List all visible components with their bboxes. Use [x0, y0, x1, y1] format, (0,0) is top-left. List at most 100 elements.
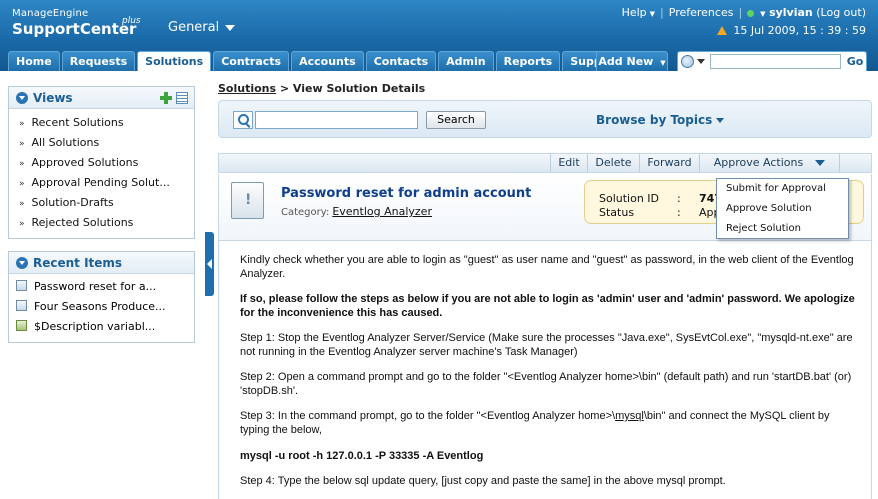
- recent-item[interactable]: Password reset for a...: [9, 277, 194, 297]
- context-selector[interactable]: General: [168, 20, 236, 35]
- approve-actions-label: Approve Actions: [713, 156, 804, 169]
- view-rejected-solutions[interactable]: » Rejected Solutions: [9, 213, 194, 233]
- body-paragraph: Step 3: In the command prompt, go to the…: [240, 409, 860, 437]
- forward-button[interactable]: Forward: [639, 154, 699, 172]
- content-border-right: [871, 241, 872, 499]
- view-label: Approved Solutions: [31, 156, 139, 169]
- edit-button[interactable]: Edit: [550, 154, 587, 172]
- views-panel: Views » Recent Solutions » All Solutions »…: [8, 86, 195, 239]
- bullet-icon: »: [19, 139, 25, 149]
- bullet-icon: »: [19, 199, 25, 209]
- divider: |: [660, 6, 664, 19]
- content-border-left: [218, 241, 219, 499]
- delete-button[interactable]: Delete: [587, 154, 639, 172]
- views-header[interactable]: Views: [9, 87, 194, 109]
- view-recent-solutions[interactable]: » Recent Solutions: [9, 113, 194, 133]
- body-paragraph: Step 2: Open a command prompt and go to …: [240, 371, 852, 397]
- recent-item-label: Four Seasons Produce...: [34, 300, 166, 313]
- chevron-down-icon: [697, 59, 705, 64]
- chevron-down-icon: [815, 160, 826, 166]
- tab-admin[interactable]: Admin: [438, 51, 494, 71]
- list-icon[interactable]: [176, 92, 188, 104]
- add-new-button[interactable]: Add New ▼: [596, 51, 668, 71]
- add-new-label: Add New: [598, 55, 654, 68]
- main-tabs: Home Requests Solutions Contracts Accoun…: [8, 51, 630, 71]
- search-icon: [233, 111, 253, 129]
- bullet-icon: »: [19, 159, 25, 169]
- breadcrumb-solutions-link[interactable]: Solutions: [218, 82, 276, 95]
- chevron-down-icon: ▼: [660, 59, 666, 67]
- approve-actions-button[interactable]: Approve Actions: [699, 154, 839, 172]
- breadcrumb-current: > View Solution Details: [276, 82, 426, 95]
- preferences-link[interactable]: Preferences: [669, 6, 734, 19]
- solution-id-label: Solution ID: [599, 192, 660, 205]
- view-label: Recent Solutions: [31, 116, 124, 129]
- solution-action-bar: Edit Delete Forward Approve Actions: [218, 153, 872, 173]
- help-link[interactable]: Help ▼: [622, 6, 655, 19]
- browse-topics-dropdown[interactable]: Browse by Topics: [596, 113, 725, 127]
- view-approval-pending[interactable]: » Approval Pending Solut...: [9, 173, 194, 193]
- menu-reject-solution[interactable]: Reject Solution: [717, 219, 848, 239]
- logout-link[interactable]: (Log out): [816, 6, 866, 19]
- view-solution-drafts[interactable]: » Solution-Drafts: [9, 193, 194, 213]
- datetime-label: 15 Jul 2009, 15 : 39 : 59: [733, 24, 866, 37]
- top-links: Help ▼ | Preferences | ▼ sylvian (Log out): [622, 6, 866, 19]
- global-search-input[interactable]: [710, 54, 841, 69]
- tab-solutions[interactable]: Solutions: [137, 51, 212, 71]
- solution-search-input[interactable]: [255, 111, 418, 129]
- category-link[interactable]: Eventlog Analyzer: [332, 205, 432, 218]
- body-text-underlined: mysql: [615, 410, 644, 422]
- chevron-down-icon: ▼: [649, 10, 656, 18]
- approve-actions-menu: Submit for Approval Approve Solution Rej…: [716, 178, 849, 239]
- search-button[interactable]: Search: [426, 111, 486, 129]
- tab-reports[interactable]: Reports: [495, 51, 561, 71]
- solution-category: Category: Eventlog Analyzer: [281, 205, 432, 218]
- recent-items-header[interactable]: Recent Items: [9, 252, 194, 274]
- context-label: General: [168, 20, 220, 35]
- recent-item-label: $Description variabl...: [34, 320, 156, 333]
- view-all-solutions[interactable]: » All Solutions: [9, 133, 194, 153]
- alert-icon[interactable]: [717, 26, 728, 35]
- collapse-icon[interactable]: [16, 257, 28, 269]
- brand-logo[interactable]: SupportCenter: [12, 20, 136, 38]
- recent-item[interactable]: Four Seasons Produce...: [9, 297, 194, 317]
- body-paragraph-bold: If so, please follow the steps as below …: [240, 293, 855, 319]
- tab-home[interactable]: Home: [8, 51, 60, 71]
- top-header: ManageEngine SupportCenter plus General …: [0, 0, 878, 71]
- category-label: Category:: [281, 207, 330, 218]
- datetime: 15 Jul 2009, 15 : 39 : 59: [717, 24, 866, 37]
- recent-items-title: Recent Items: [33, 256, 123, 270]
- body-paragraph: Step 4: Type the below sql update query,…: [240, 475, 726, 487]
- menu-submit-for-approval[interactable]: Submit for Approval: [717, 179, 848, 199]
- view-label: Solution-Drafts: [31, 196, 114, 209]
- view-approved-solutions[interactable]: » Approved Solutions: [9, 153, 194, 173]
- menu-approve-solution[interactable]: Approve Solution: [717, 199, 848, 219]
- collapse-icon[interactable]: [16, 92, 28, 104]
- divider: |: [738, 6, 743, 19]
- recent-item-label: Password reset for a...: [34, 280, 157, 293]
- user-name: sylvian: [769, 6, 813, 19]
- brand-plus: plus: [122, 16, 141, 26]
- body-paragraph: Step 1: Stop the Eventlog Analyzer Serve…: [240, 332, 853, 358]
- chevron-down-icon[interactable]: ▼: [760, 10, 765, 18]
- solution-id-colon: :: [677, 192, 681, 205]
- sidebar-collapse-handle[interactable]: [205, 232, 214, 296]
- go-button[interactable]: Go: [845, 54, 865, 69]
- recent-item[interactable]: $Description variabl...: [9, 317, 194, 337]
- view-label: Approval Pending Solut...: [31, 176, 170, 189]
- account-icon: [16, 300, 27, 311]
- global-search-bar: Go: [677, 51, 867, 71]
- action-bar-spacer: [839, 154, 872, 172]
- chevron-down-icon: [225, 24, 236, 31]
- search-type-selector[interactable]: [681, 55, 707, 68]
- add-view-icon[interactable]: [160, 92, 172, 104]
- body-text: Step 3: In the command prompt, go to the…: [240, 410, 616, 422]
- tab-contracts[interactable]: Contracts: [213, 51, 290, 71]
- view-label: All Solutions: [31, 136, 100, 149]
- status-label: Status: [599, 206, 635, 219]
- tab-contacts[interactable]: Contacts: [365, 51, 437, 71]
- tab-accounts[interactable]: Accounts: [291, 51, 364, 71]
- recent-items-panel: Recent Items Password reset for a... Fou…: [8, 251, 195, 343]
- tab-requests[interactable]: Requests: [61, 51, 136, 71]
- solution-icon: [16, 280, 27, 291]
